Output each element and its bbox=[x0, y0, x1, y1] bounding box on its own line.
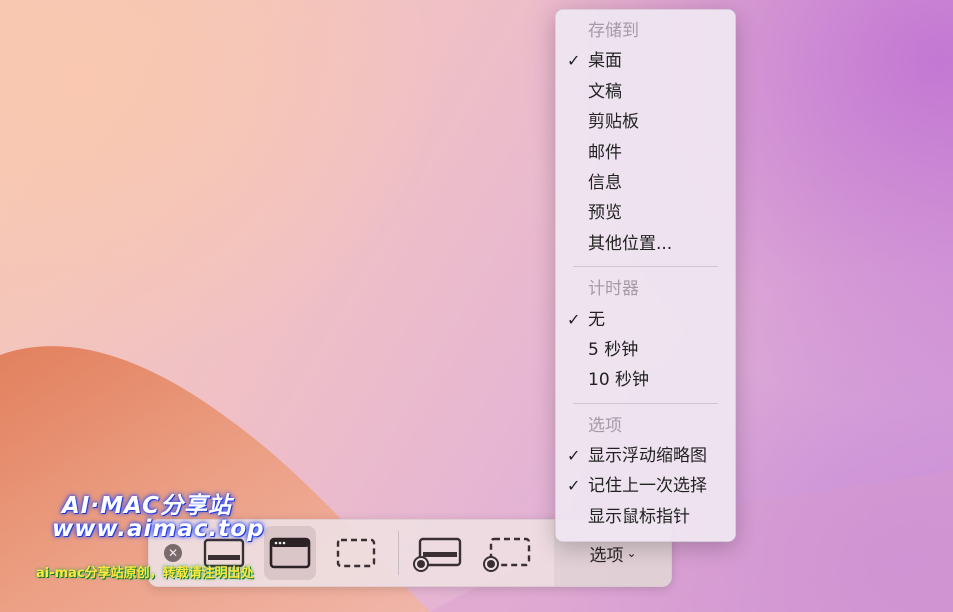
capture-window-button[interactable] bbox=[264, 526, 316, 580]
checkmark-icon: ✓ bbox=[567, 51, 581, 71]
menu-item-label: 剪贴板 bbox=[588, 112, 639, 133]
menu-item-label: 记住上一次选择 bbox=[588, 476, 707, 497]
watermark-caption: ai-mac分享站原创，转载请注明出处 bbox=[36, 566, 254, 581]
watermark-title: AI·MAC分享站 bbox=[62, 493, 232, 519]
record-entire-screen-button[interactable] bbox=[412, 526, 464, 580]
menu-item-messages[interactable]: 信息 bbox=[555, 168, 736, 198]
options-menu: 存储到 ✓ 桌面 文稿 剪贴板 邮件 信息 预览 其他位置... 计时器 ✓ 无… bbox=[555, 9, 736, 542]
menu-item-preview[interactable]: 预览 bbox=[555, 198, 736, 228]
checkmark-icon: ✓ bbox=[567, 446, 581, 466]
menu-header-save-to: 存储到 bbox=[588, 21, 639, 41]
menu-header-options: 选项 bbox=[588, 415, 622, 436]
menu-item-mail[interactable]: 邮件 bbox=[555, 138, 736, 168]
menu-item-timer-none[interactable]: ✓ 无 bbox=[555, 305, 736, 335]
chevron-down-icon: ⌄ bbox=[626, 546, 637, 560]
menu-item-remember-last-selection[interactable]: ✓ 记住上一次选择 bbox=[555, 471, 736, 501]
close-icon[interactable]: ✕ bbox=[164, 544, 182, 562]
capture-selection-button[interactable] bbox=[330, 526, 382, 580]
menu-item-label: 5 秒钟 bbox=[588, 339, 639, 360]
menu-item-label: 桌面 bbox=[588, 51, 622, 72]
menu-item-label: 其他位置... bbox=[588, 233, 673, 254]
menu-separator bbox=[573, 402, 718, 404]
menu-item-documents[interactable]: 文稿 bbox=[555, 77, 736, 107]
record-selection-icon bbox=[483, 537, 531, 572]
menu-item-label: 显示鼠标指针 bbox=[588, 506, 690, 527]
capture-selection-icon bbox=[336, 538, 376, 568]
menu-item-label: 显示浮动缩略图 bbox=[588, 446, 707, 467]
options-button-label: 选项 bbox=[589, 545, 624, 566]
menu-item-show-mouse-pointer[interactable]: 显示鼠标指针 bbox=[555, 502, 736, 532]
checkmark-icon: ✓ bbox=[567, 476, 581, 496]
watermark-url: www.aimac.top bbox=[52, 516, 265, 542]
menu-item-other-location[interactable]: 其他位置... bbox=[555, 229, 736, 259]
menu-item-label: 预览 bbox=[588, 203, 622, 224]
record-entire-screen-icon bbox=[413, 537, 462, 572]
capture-window-icon bbox=[269, 537, 311, 569]
menu-item-label: 文稿 bbox=[588, 81, 622, 102]
menu-item-label: 10 秒钟 bbox=[588, 370, 650, 391]
menu-item-desktop[interactable]: ✓ 桌面 bbox=[555, 46, 736, 76]
menu-item-show-floating-thumbnail[interactable]: ✓ 显示浮动缩略图 bbox=[555, 441, 736, 471]
menu-item-clipboard[interactable]: 剪贴板 bbox=[555, 107, 736, 137]
menu-item-timer-5s[interactable]: 5 秒钟 bbox=[555, 335, 736, 365]
menu-header-timer: 计时器 bbox=[588, 279, 639, 300]
checkmark-icon: ✓ bbox=[567, 309, 581, 329]
toolbar-divider bbox=[398, 531, 399, 575]
menu-separator bbox=[573, 266, 718, 268]
record-selection-button[interactable] bbox=[482, 526, 534, 580]
menu-item-label: 邮件 bbox=[588, 142, 622, 163]
menu-item-timer-10s[interactable]: 10 秒钟 bbox=[555, 365, 736, 395]
menu-item-label: 无 bbox=[588, 309, 605, 330]
menu-item-label: 信息 bbox=[588, 172, 622, 193]
